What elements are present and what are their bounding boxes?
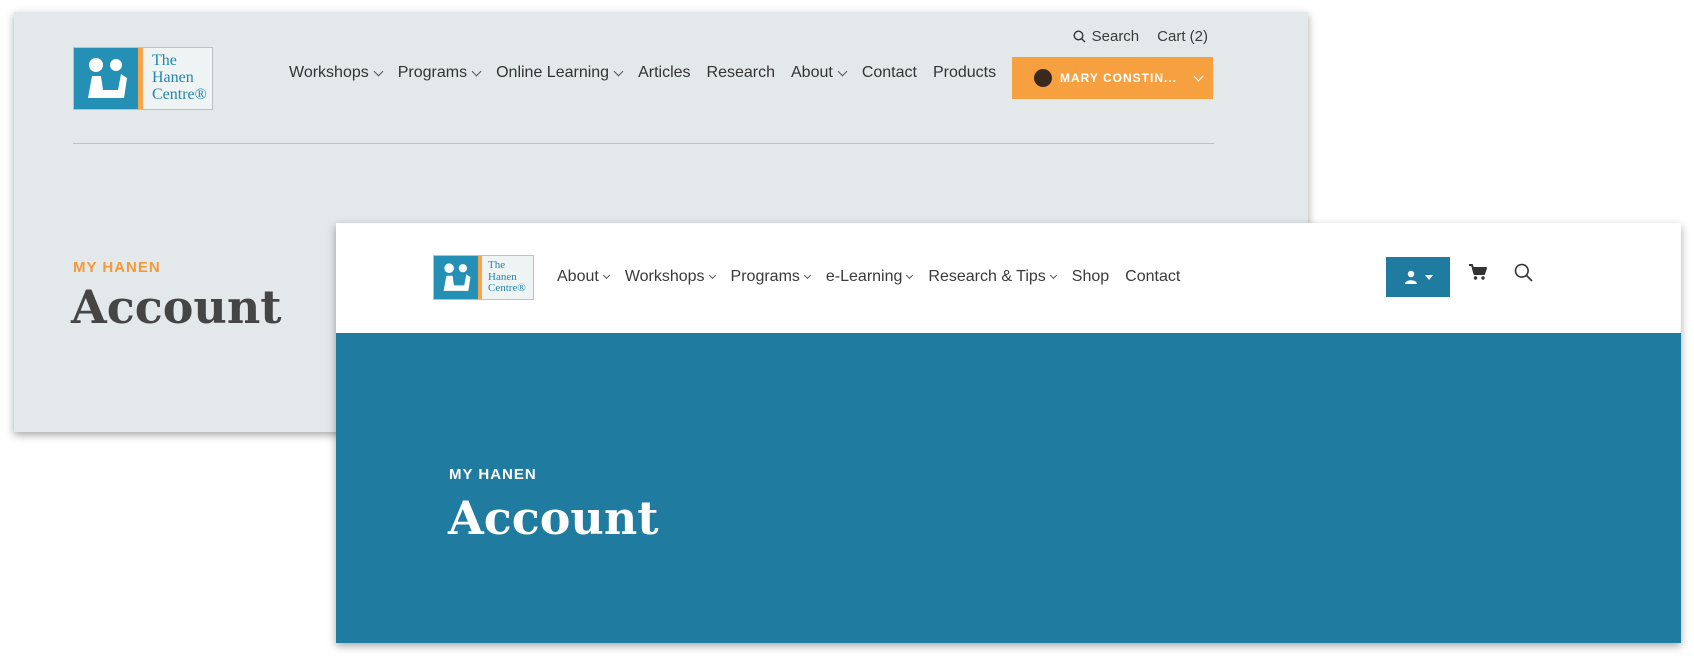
hanen-logo[interactable]: The Hanen Centre® <box>433 255 534 300</box>
nav-item-workshops[interactable]: Workshops <box>289 64 384 82</box>
chevron-down-icon <box>803 271 811 279</box>
nav-item-articles[interactable]: Articles <box>638 64 690 82</box>
nav-label: Workshops <box>289 64 369 81</box>
chevron-down-icon <box>837 66 848 76</box>
chevron-down-icon <box>613 66 624 76</box>
hanen-logo[interactable]: The Hanen Centre® <box>73 47 213 110</box>
nav-item-research[interactable]: Research <box>707 64 775 82</box>
hanen-logo-mark <box>74 48 138 109</box>
chevron-down-icon <box>906 271 914 279</box>
hanen-logo-text: The Hanen Centre® <box>143 48 207 109</box>
new-design-card: The Hanen Centre® About Workshops Progra… <box>336 223 1681 643</box>
caret-down-icon <box>1424 274 1433 280</box>
chevron-down-icon <box>471 66 482 76</box>
search-icon <box>1073 30 1086 43</box>
main-nav: Workshops Programs Online Learning Artic… <box>289 64 1012 82</box>
page-title: Account <box>448 491 659 545</box>
nav-label: Contact <box>1125 268 1181 285</box>
nav-label: About <box>791 64 833 81</box>
logo-line-3: Centre® <box>488 282 526 295</box>
chevron-down-icon <box>708 271 716 279</box>
nav-label: Workshops <box>624 268 705 285</box>
site-header: The Hanen Centre® About Workshops Progra… <box>336 223 1681 333</box>
nav-label: Online Learning <box>496 64 610 81</box>
nav-item-contact[interactable]: Contact <box>1125 268 1180 286</box>
nav-item-programs[interactable]: Programs <box>730 268 811 286</box>
chevron-down-icon <box>1193 71 1204 81</box>
header-divider <box>73 143 1214 144</box>
main-nav: About Workshops Programs e-Learning Rese… <box>557 268 1196 286</box>
page-eyebrow: MY HANEN <box>73 259 161 276</box>
nav-item-online-learning[interactable]: Online Learning <box>496 64 624 82</box>
nav-label: Research <box>706 64 775 81</box>
nav-item-contact[interactable]: Contact <box>862 64 917 82</box>
user-menu-button[interactable]: MARY CONSTIN... <box>1012 57 1213 99</box>
search-link[interactable]: Search <box>1073 28 1140 45</box>
user-icon <box>1404 270 1417 284</box>
logo-line-1: The <box>152 52 177 70</box>
cart-icon[interactable] <box>1468 263 1488 281</box>
nav-item-products[interactable]: Products <box>933 64 996 82</box>
search-icon[interactable] <box>1514 263 1533 282</box>
nav-label: Shop <box>1071 268 1110 285</box>
search-label: Search <box>1091 28 1140 45</box>
nav-item-programs[interactable]: Programs <box>397 64 482 82</box>
utility-nav: Search Cart (2) <box>1073 28 1208 45</box>
nav-label: Programs <box>397 64 468 81</box>
nav-item-about[interactable]: About <box>791 64 848 82</box>
chevron-down-icon <box>373 66 384 76</box>
nav-label: Contact <box>861 64 917 81</box>
chevron-down-icon <box>602 271 610 279</box>
logo-line-3: Centre® <box>152 85 207 103</box>
logo-line-1: The <box>488 259 506 272</box>
nav-label: Programs <box>730 268 800 285</box>
nav-item-e-learning[interactable]: e-Learning <box>825 268 914 286</box>
hanen-logo-text: The Hanen Centre® <box>482 256 526 299</box>
logo-line-2: Hanen <box>152 69 194 87</box>
nav-item-workshops[interactable]: Workshops <box>624 268 716 286</box>
cart-link[interactable]: Cart (2) <box>1157 28 1208 45</box>
account-menu-button[interactable] <box>1386 257 1450 297</box>
nav-item-shop[interactable]: Shop <box>1072 268 1109 286</box>
nav-label: Research & Tips <box>928 268 1046 285</box>
nav-label: Products <box>932 64 997 81</box>
avatar <box>1034 69 1052 87</box>
nav-label: Articles <box>638 64 691 81</box>
nav-label: About <box>557 268 599 285</box>
nav-label: e-Learning <box>825 268 903 285</box>
user-name: MARY CONSTIN... <box>1060 71 1178 85</box>
nav-item-research-tips[interactable]: Research & Tips <box>928 268 1057 286</box>
page-eyebrow: MY HANEN <box>449 466 537 483</box>
nav-item-about[interactable]: About <box>557 268 610 286</box>
chevron-down-icon <box>1049 271 1057 279</box>
hanen-logo-mark <box>434 256 478 299</box>
page-title: Account <box>71 280 282 334</box>
